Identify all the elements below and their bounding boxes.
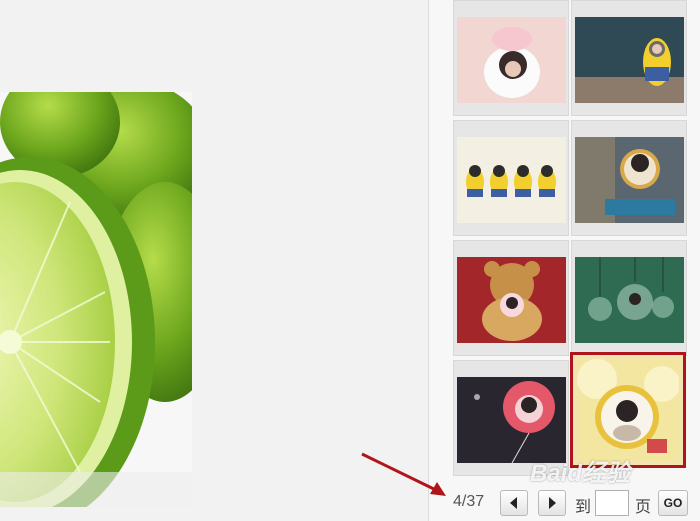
main-photo-limes <box>0 92 192 507</box>
chevron-right-icon <box>549 497 556 509</box>
page-count: 4/37 <box>453 493 485 510</box>
chevron-left-icon <box>510 497 517 509</box>
thumb-teddy-bear[interactable] <box>453 240 569 356</box>
thumbnail-panel <box>429 0 700 521</box>
go-button[interactable]: GO <box>658 490 688 516</box>
thumb-minion-group[interactable] <box>453 120 569 236</box>
baidu-watermark: Baid经验 <box>530 460 631 487</box>
thumb-minion-figure[interactable] <box>571 0 687 116</box>
thumb-teddy-bear-image <box>457 257 566 343</box>
thumb-minion-group-image <box>457 137 566 223</box>
thumb-pig-mug[interactable] <box>453 0 569 116</box>
pager: 4/37 到 页 GO <box>429 487 700 521</box>
thumb-minion-figure-image <box>575 17 684 103</box>
thumb-pig-mug-image <box>457 17 566 103</box>
page-suffix-label: 页 <box>635 497 652 516</box>
thumb-light-bulbs[interactable] <box>571 240 687 356</box>
thumb-yellow-flower[interactable] <box>570 352 686 468</box>
thumb-pink-balloon-image <box>457 377 566 463</box>
preview-area <box>0 0 428 521</box>
thumb-light-bulbs-image <box>575 257 684 343</box>
prev-page-button[interactable] <box>500 490 528 516</box>
thumb-yellow-flower-image <box>577 359 679 461</box>
goto-label: 到 <box>575 497 592 516</box>
lime-illustration <box>0 92 192 507</box>
page-number-input[interactable] <box>595 490 629 516</box>
thumb-desk-frame[interactable] <box>571 120 687 236</box>
next-page-button[interactable] <box>538 490 566 516</box>
thumb-desk-frame-image <box>575 137 684 223</box>
